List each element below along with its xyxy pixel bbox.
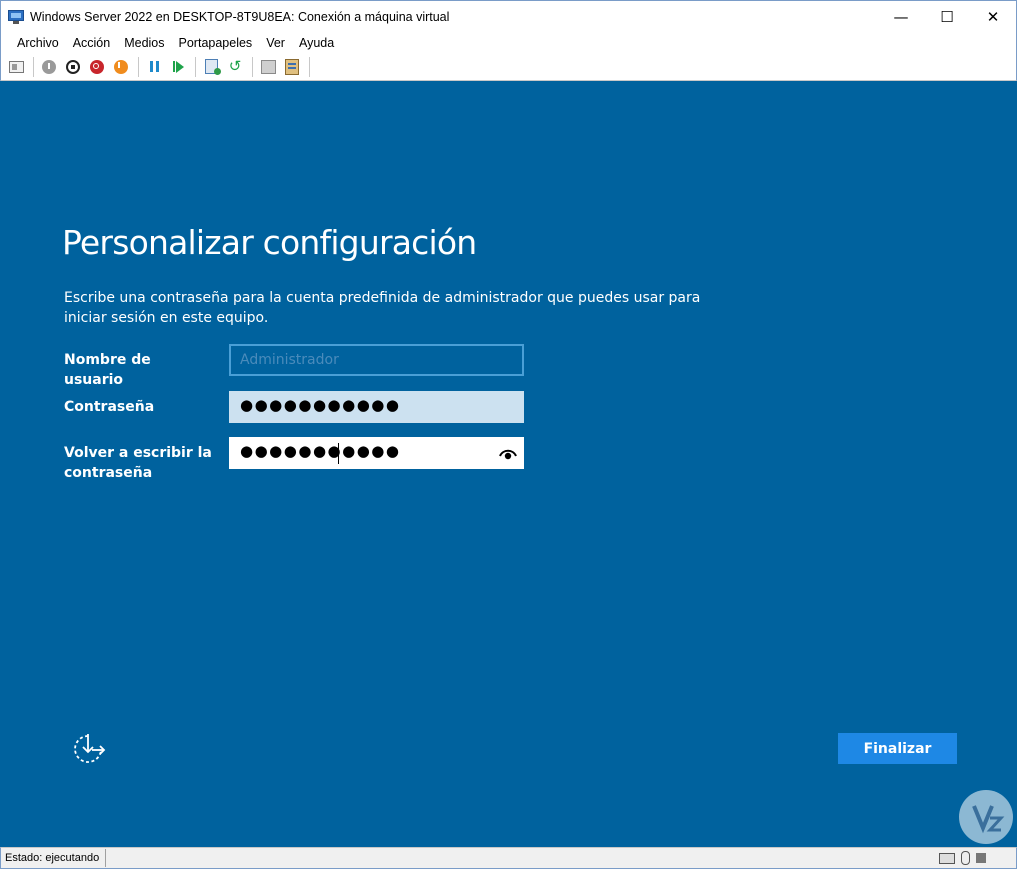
minimize-button[interactable]: — bbox=[878, 1, 924, 32]
menu-portapapeles[interactable]: Portapapeles bbox=[172, 36, 260, 50]
password-field[interactable]: ●●●●●●●●●●● bbox=[229, 391, 524, 423]
save-state-icon bbox=[114, 59, 128, 74]
username-placeholder: Administrador bbox=[240, 352, 339, 368]
toolbar-separator bbox=[138, 56, 139, 77]
checkpoint-button[interactable] bbox=[200, 56, 222, 78]
toolbar-separator bbox=[252, 56, 253, 77]
pause-icon bbox=[149, 61, 159, 72]
menu-bar: Archivo Acción Medios Portapapeles Ver A… bbox=[0, 32, 1017, 53]
toolbar-separator bbox=[33, 56, 34, 77]
maximize-button[interactable]: ☐ bbox=[924, 1, 970, 32]
site-logo-watermark bbox=[959, 790, 1013, 844]
turn-off-icon bbox=[66, 59, 80, 74]
share-button[interactable] bbox=[281, 56, 303, 78]
start-button[interactable] bbox=[38, 56, 60, 78]
status-bar: Estado: ejecutando bbox=[0, 847, 1017, 869]
share-icon bbox=[285, 58, 299, 75]
lock-icon bbox=[976, 853, 986, 863]
toolbar-separator bbox=[195, 56, 196, 77]
window-controls: — ☐ ✕ bbox=[878, 1, 1016, 32]
enhanced-session-button[interactable] bbox=[257, 56, 279, 78]
checkpoint-icon bbox=[204, 59, 221, 75]
toolbar-separator bbox=[309, 56, 310, 77]
finish-button[interactable]: Finalizar bbox=[838, 733, 957, 764]
menu-medios[interactable]: Medios bbox=[117, 36, 171, 50]
confirm-password-field[interactable]: ●●●●●●●●●●● bbox=[229, 437, 524, 469]
shut-down-icon bbox=[90, 59, 104, 74]
confirm-password-value: ●●●●●●●●●●● bbox=[240, 442, 401, 460]
revert-icon: ↺ bbox=[228, 57, 242, 75]
save-state-button[interactable] bbox=[110, 56, 132, 78]
status-text: Estado: ejecutando bbox=[5, 852, 100, 864]
menu-ver[interactable]: Ver bbox=[259, 36, 292, 50]
username-field[interactable]: Administrador bbox=[229, 344, 524, 376]
setup-description: Escribe una contraseña para la cuenta pr… bbox=[64, 290, 701, 326]
confirm-password-label: Volver a escribir la contraseña bbox=[64, 445, 212, 481]
start-icon bbox=[42, 59, 56, 74]
keyboard-icon bbox=[939, 852, 955, 864]
pause-button[interactable] bbox=[143, 56, 165, 78]
toolbar: ↺ bbox=[0, 53, 1017, 81]
title-bar: Windows Server 2022 en DESKTOP-8T9U8EA: … bbox=[0, 0, 1017, 32]
status-icons bbox=[939, 851, 986, 865]
enhanced-session-icon bbox=[260, 59, 276, 74]
vm-screen[interactable]: Personalizar configuración Escribe una c… bbox=[0, 81, 1017, 847]
revert-button[interactable]: ↺ bbox=[224, 56, 246, 78]
shut-down-button[interactable] bbox=[86, 56, 108, 78]
turn-off-button[interactable] bbox=[62, 56, 84, 78]
window-title: Windows Server 2022 en DESKTOP-8T9U8EA: … bbox=[30, 9, 450, 24]
page-title: Personalizar configuración bbox=[62, 223, 477, 262]
menu-archivo[interactable]: Archivo bbox=[10, 36, 66, 50]
accessibility-icon[interactable] bbox=[70, 732, 106, 766]
resume-icon bbox=[172, 60, 184, 73]
reveal-password-icon[interactable] bbox=[499, 446, 517, 462]
password-value: ●●●●●●●●●●● bbox=[240, 396, 401, 414]
password-label: Contraseña bbox=[64, 399, 155, 415]
status-separator bbox=[105, 849, 107, 867]
menu-accion[interactable]: Acción bbox=[66, 36, 118, 50]
ctrl-alt-del-button[interactable] bbox=[5, 56, 27, 78]
mouse-icon bbox=[961, 851, 970, 865]
menu-ayuda[interactable]: Ayuda bbox=[292, 36, 341, 50]
username-label: Nombre de usuario bbox=[64, 352, 151, 388]
ctrl-alt-del-icon bbox=[8, 60, 24, 73]
text-caret bbox=[338, 443, 339, 464]
close-button[interactable]: ✕ bbox=[970, 1, 1016, 32]
resume-button[interactable] bbox=[167, 56, 189, 78]
vm-connection-icon bbox=[8, 9, 24, 25]
